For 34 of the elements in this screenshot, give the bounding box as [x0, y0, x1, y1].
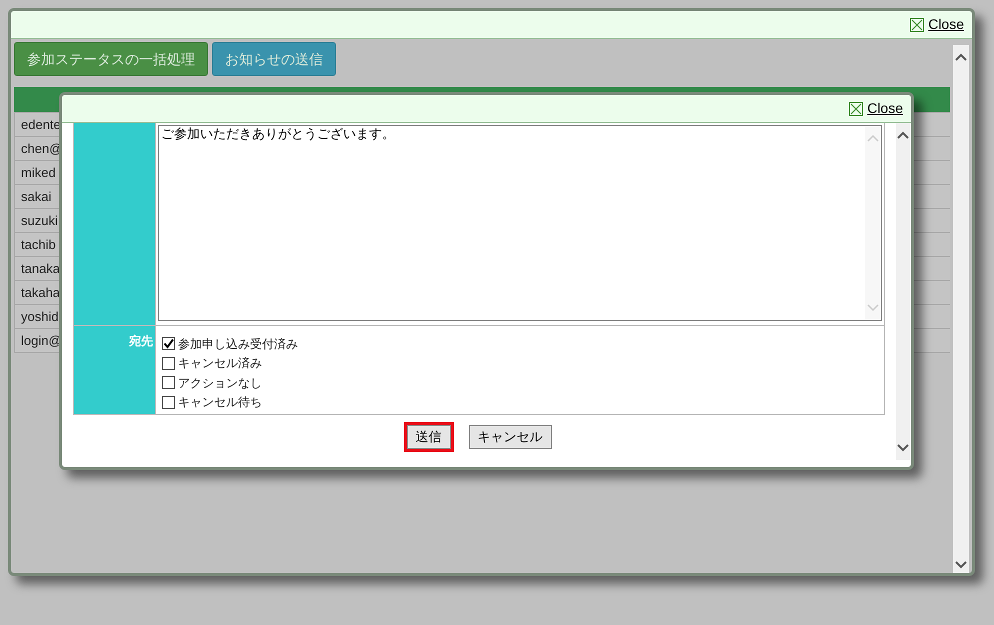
- table-cell-text: sakai: [21, 188, 52, 206]
- table-cell-text: tachib: [21, 236, 56, 254]
- scrollbar[interactable]: [953, 45, 969, 573]
- checkbox[interactable]: [162, 376, 175, 390]
- message-text: ご参加いただきありがとうございます。: [160, 126, 396, 143]
- field-label: 宛先: [129, 333, 153, 350]
- chevron-down-icon: [867, 304, 879, 312]
- scrollbar[interactable]: [896, 123, 910, 460]
- table-cell-text: yoshid: [21, 308, 59, 326]
- chevron-down-icon[interactable]: [897, 444, 909, 452]
- table-cell-text: takaha: [21, 284, 60, 302]
- table-cell-text: miked: [21, 164, 56, 182]
- checkbox[interactable]: [162, 396, 175, 409]
- table-cell-text: tanaka: [21, 260, 60, 278]
- chevron-up-icon[interactable]: [955, 53, 967, 61]
- checkbox-option[interactable]: キャンセル待ち: [162, 392, 298, 412]
- close-link[interactable]: Close: [928, 14, 964, 35]
- close-icon[interactable]: [849, 102, 864, 116]
- table-cell-text: suzuki: [21, 212, 58, 230]
- checkbox-option[interactable]: 参加申し込み受付済み: [162, 334, 298, 354]
- checkbox-option[interactable]: キャンセル済み: [162, 354, 298, 373]
- chevron-down-icon[interactable]: [955, 561, 967, 569]
- close-icon[interactable]: [910, 18, 924, 32]
- checkbox[interactable]: [162, 337, 175, 350]
- checkbox[interactable]: [162, 356, 175, 370]
- checkmark-icon: [163, 338, 174, 350]
- dialog-button[interactable]: キャンセル: [468, 425, 552, 449]
- message-textarea[interactable]: ご参加いただきありがとうございます。: [158, 125, 882, 321]
- chevron-up-icon[interactable]: [897, 131, 909, 139]
- table-cell-text: login@: [21, 332, 62, 350]
- table-cell-text: edente: [21, 116, 61, 134]
- chevron-up-icon: [867, 134, 879, 142]
- close-link[interactable]: Close: [867, 98, 903, 119]
- checkbox-option[interactable]: アクションなし: [162, 373, 298, 392]
